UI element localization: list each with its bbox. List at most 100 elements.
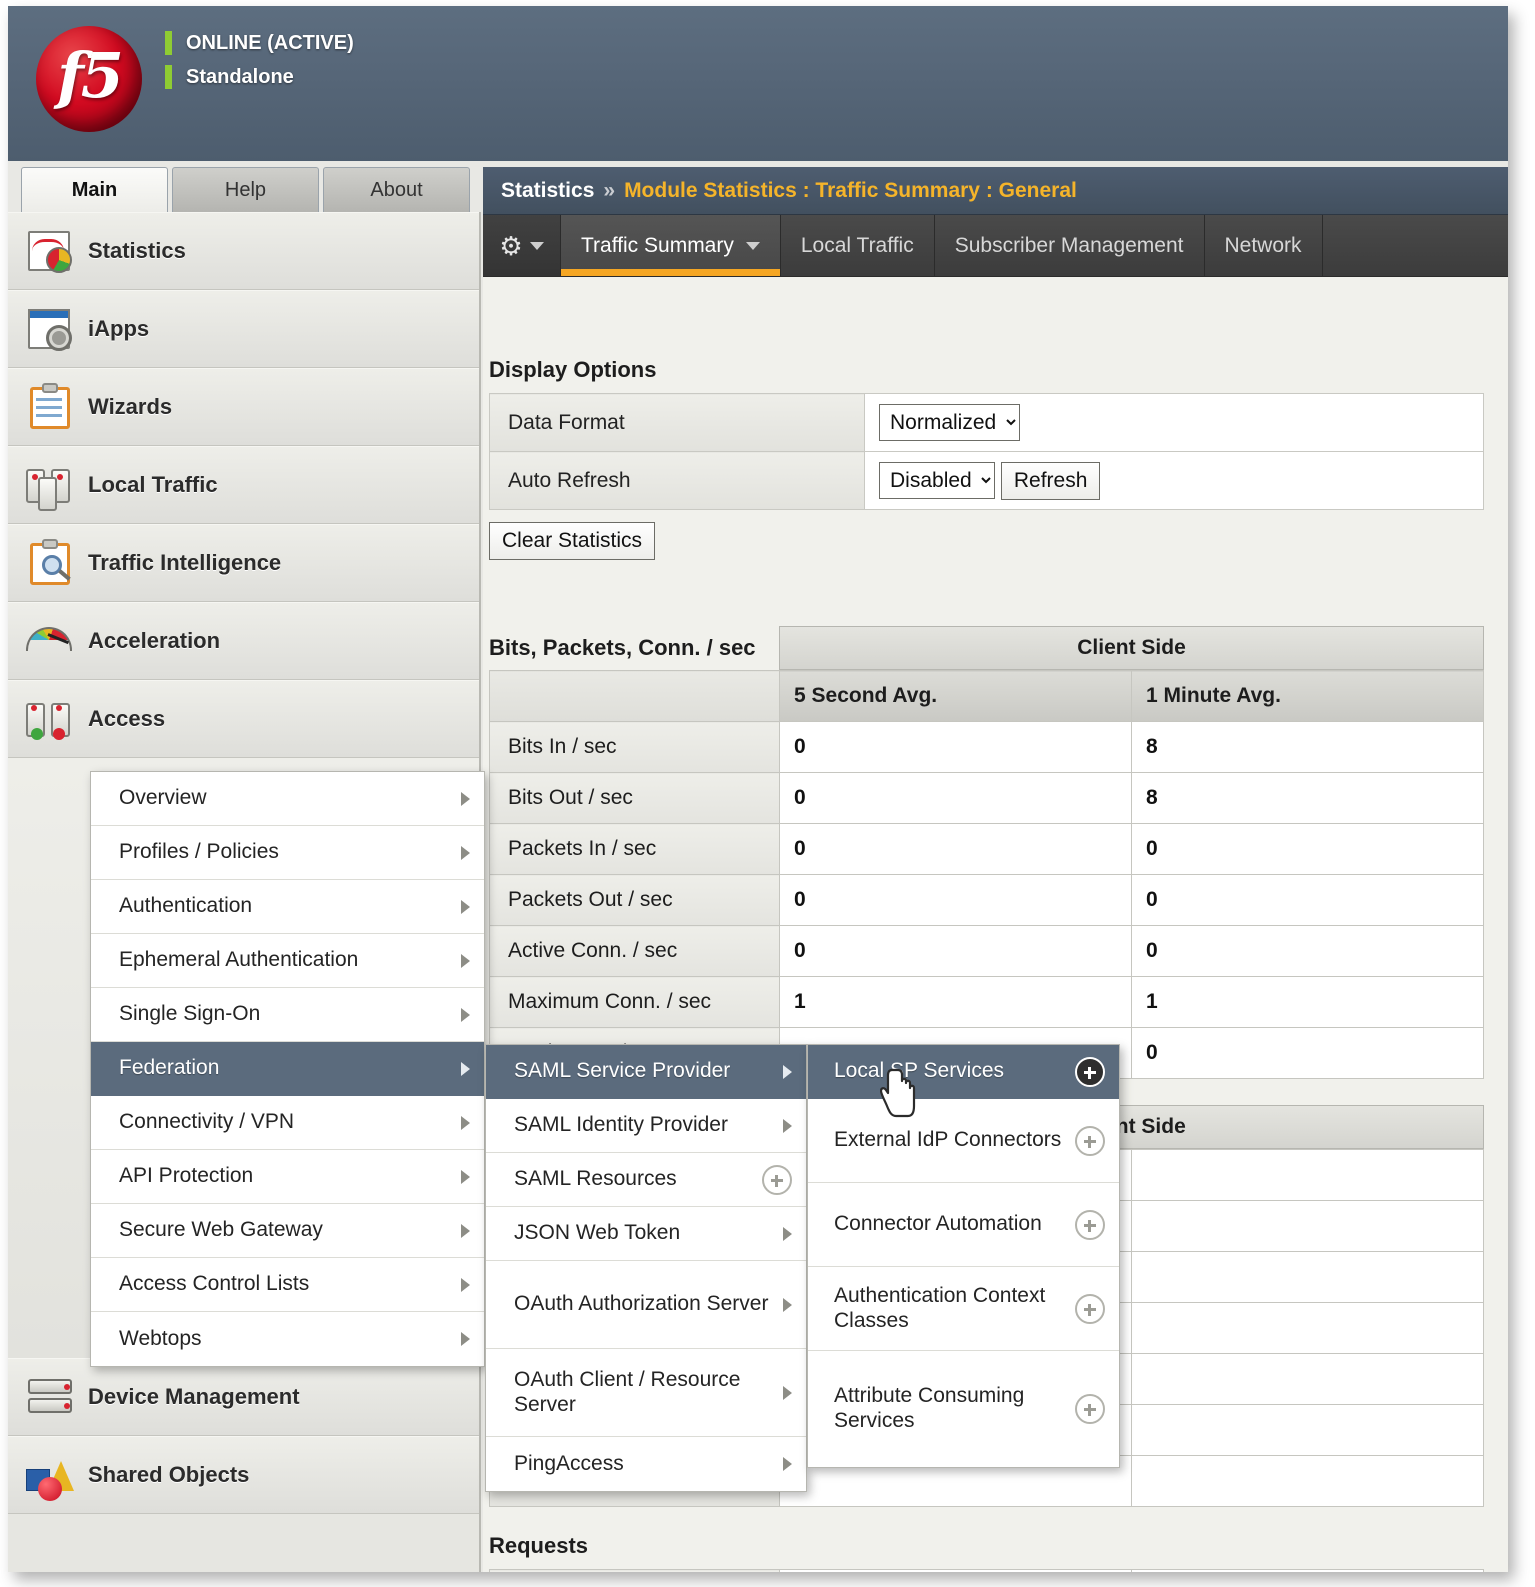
- menu-item-connectivity-vpn[interactable]: Connectivity / VPN: [91, 1096, 484, 1150]
- menu-item-saml-identity-provider[interactable]: SAML Identity Provider: [486, 1099, 806, 1153]
- tab-about[interactable]: About: [323, 167, 470, 213]
- tab-help[interactable]: Help: [172, 167, 319, 213]
- stats-col-1-minute-avg: 1 Minute Avg.: [1131, 670, 1484, 722]
- menu-item-profiles-policies[interactable]: Profiles / Policies: [91, 826, 484, 880]
- sidebar-item-traffic-intelligence[interactable]: Traffic Intelligence: [8, 524, 479, 602]
- sidebar-item-statistics[interactable]: Statistics: [8, 212, 479, 290]
- menu-item-saml-resources[interactable]: SAML Resources: [486, 1153, 806, 1207]
- table-row: Bits Out / sec 0 8: [489, 772, 1484, 824]
- chevron-right-icon: [461, 953, 470, 968]
- chevron-down-icon: [529, 241, 544, 250]
- requests-title: Requests: [489, 1533, 589, 1558]
- chevron-right-icon: [783, 1457, 792, 1471]
- sidebar-item-wizards[interactable]: Wizards: [8, 368, 479, 446]
- statistics-icon: [22, 227, 76, 275]
- row-value: 1: [779, 976, 1132, 1028]
- module-tab-local-traffic[interactable]: Local Traffic: [781, 215, 935, 276]
- menu-item-ephemeral-authentication[interactable]: Ephemeral Authentication: [91, 934, 484, 988]
- auto-refresh-cell: Disabled Refresh: [864, 451, 1484, 510]
- row-value: 1: [1131, 976, 1484, 1028]
- sidebar-item-acceleration[interactable]: Acceleration: [8, 602, 479, 680]
- row-value: 0: [779, 721, 1132, 773]
- module-tab-label: Traffic Summary: [581, 233, 734, 257]
- iapps-icon: [22, 305, 76, 353]
- menu-item-webtops[interactable]: Webtops: [91, 1312, 484, 1366]
- chevron-right-icon: [783, 1297, 792, 1312]
- chevron-right-icon: [783, 1385, 792, 1400]
- menu-item-secure-web-gateway[interactable]: Secure Web Gateway: [91, 1204, 484, 1258]
- sidebar-item-shared-objects[interactable]: Shared Objects: [8, 1436, 479, 1514]
- menu-item-federation[interactable]: Federation: [91, 1042, 484, 1096]
- access-submenu: Overview Profiles / Policies Authenticat…: [90, 771, 485, 1367]
- plus-icon[interactable]: [1075, 1209, 1105, 1240]
- table-row: Packets In / sec 0 0: [489, 823, 1484, 875]
- menu-item-label: OAuth Authorization Server: [514, 1292, 769, 1316]
- plus-icon[interactable]: [1075, 1125, 1105, 1156]
- table-row: Data Format Normalized: [489, 393, 1484, 452]
- plus-icon[interactable]: [1075, 1056, 1105, 1087]
- gear-icon: ⚙: [499, 230, 523, 261]
- shared-objects-icon: [22, 1451, 76, 1501]
- menu-item-label: Single Sign-On: [119, 1002, 261, 1026]
- menu-item-oauth-client-resource-server[interactable]: OAuth Client / Resource Server: [486, 1349, 806, 1437]
- menu-item-local-sp-services[interactable]: Local SP Services: [808, 1045, 1119, 1099]
- chevron-right-icon: [461, 1115, 470, 1130]
- menu-item-overview[interactable]: Overview: [91, 772, 484, 826]
- stats-table-title: Bits, Packets, Conn. / sec: [489, 635, 756, 660]
- menu-item-label: OAuth Client / Resource Server: [514, 1367, 741, 1416]
- menu-item-label: Ephemeral Authentication: [119, 948, 359, 972]
- menu-item-attribute-consuming-services[interactable]: Attribute Consuming Services: [808, 1351, 1119, 1467]
- menu-item-connector-automation[interactable]: Connector Automation: [808, 1183, 1119, 1267]
- module-tab-network[interactable]: Network: [1205, 215, 1323, 276]
- module-tab-label: Local Traffic: [800, 233, 914, 257]
- plus-icon[interactable]: [1075, 1293, 1105, 1324]
- row-label: Active Conn. / sec: [489, 925, 780, 977]
- menu-item-access-control-lists[interactable]: Access Control Lists: [91, 1258, 484, 1312]
- menu-item-json-web-token[interactable]: JSON Web Token: [486, 1207, 806, 1261]
- module-tab-label: Subscriber Management: [954, 233, 1184, 257]
- menu-item-pingaccess[interactable]: PingAccess: [486, 1437, 806, 1491]
- module-tab-subscriber-management[interactable]: Subscriber Management: [935, 215, 1205, 276]
- browser-frame: f5 ONLINE (ACTIVE) Standalone Main Help …: [8, 6, 1508, 1572]
- data-format-cell: Normalized: [864, 393, 1484, 452]
- breadcrumb-current: Module Statistics : Traffic Summary : Ge…: [624, 178, 1077, 202]
- row-value: 0: [1131, 823, 1484, 875]
- table-row: [489, 1569, 1484, 1572]
- menu-item-saml-service-provider[interactable]: SAML Service Provider: [486, 1045, 806, 1099]
- menu-item-label: Authentication: [119, 894, 253, 918]
- menu-item-label: API Protection: [119, 1164, 254, 1188]
- menu-item-label: SAML Identity Provider: [514, 1113, 728, 1137]
- menu-item-authentication-context-classes[interactable]: Authentication Context Classes: [808, 1267, 1119, 1351]
- saml-service-provider-submenu: Local SP Services External IdP Connector…: [807, 1044, 1120, 1468]
- menu-item-oauth-authorization-server[interactable]: OAuth Authorization Server: [486, 1261, 806, 1349]
- breadcrumb-root[interactable]: Statistics: [501, 179, 594, 203]
- menu-item-external-idp-connectors[interactable]: External IdP Connectors: [808, 1099, 1119, 1183]
- local-traffic-icon: [22, 461, 76, 511]
- refresh-button[interactable]: Refresh: [1000, 461, 1101, 500]
- clear-statistics-button[interactable]: Clear Statistics: [489, 522, 656, 560]
- sidebar-item-device-management[interactable]: Device Management: [8, 1358, 479, 1436]
- row-value: 8: [1131, 721, 1484, 773]
- plus-icon[interactable]: [1075, 1394, 1105, 1424]
- sidebar-item-access[interactable]: Access: [8, 680, 479, 758]
- plus-icon[interactable]: [762, 1164, 792, 1195]
- auto-refresh-select[interactable]: Disabled: [879, 461, 995, 499]
- sidebar-item-local-traffic[interactable]: Local Traffic: [8, 446, 479, 524]
- module-tab-traffic-summary[interactable]: Traffic Summary: [561, 215, 781, 276]
- settings-menu-button[interactable]: ⚙: [483, 215, 561, 276]
- table-row: Maximum Conn. / sec 1 1: [489, 976, 1484, 1028]
- menu-item-api-protection[interactable]: API Protection: [91, 1150, 484, 1204]
- data-format-select[interactable]: Normalized: [879, 404, 1020, 441]
- menu-item-label: Secure Web Gateway: [119, 1218, 323, 1242]
- row-value: 0: [779, 925, 1132, 977]
- chevron-right-icon: [461, 1061, 470, 1076]
- menu-item-single-sign-on[interactable]: Single Sign-On: [91, 988, 484, 1042]
- row-label: Packets Out / sec: [489, 874, 780, 926]
- status-row-standalone: Standalone: [165, 60, 354, 94]
- data-format-label: Data Format: [489, 393, 865, 452]
- sidebar-item-iapps[interactable]: iApps: [8, 290, 479, 368]
- tab-main[interactable]: Main: [21, 167, 168, 213]
- menu-item-authentication[interactable]: Authentication: [91, 880, 484, 934]
- menu-item-label: JSON Web Token: [514, 1221, 681, 1245]
- table-header-row: 5 Second Avg. 1 Minute Avg.: [489, 670, 1484, 722]
